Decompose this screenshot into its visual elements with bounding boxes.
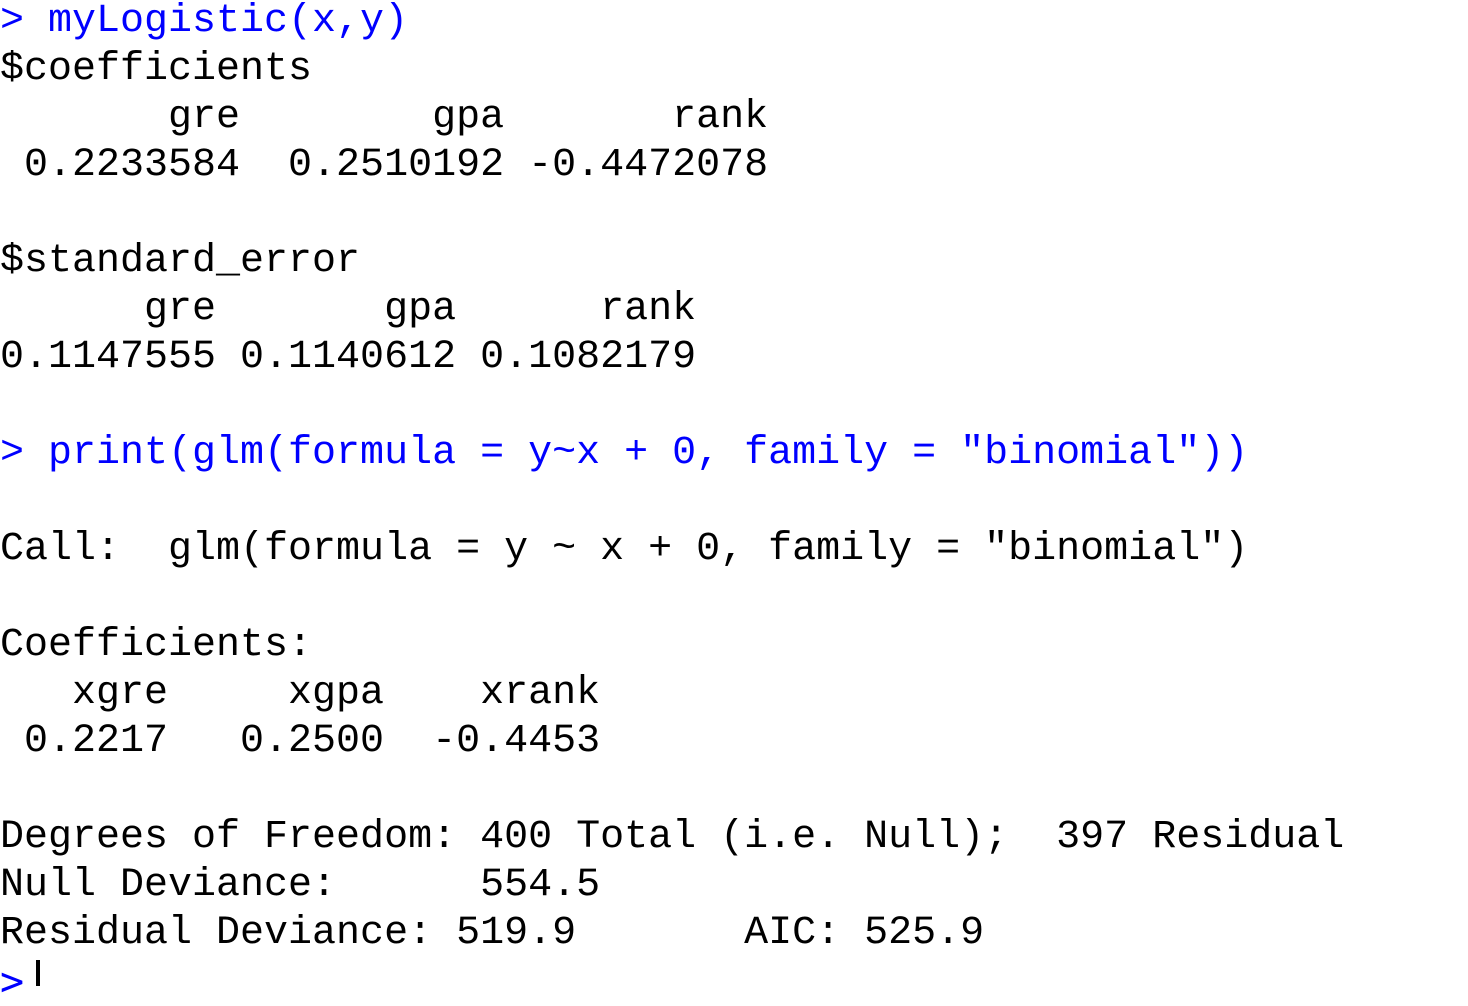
prompt-symbol: > [0,959,25,1005]
console-command-line: > print(glm(formula = y~x + 0, family = … [0,431,1249,476]
console-output-line: Call: glm(formula = y ~ x + 0, family = … [0,527,1249,572]
console-output-line: Null Deviance: 554.5 [0,863,601,908]
console-output-line: $coefficients [0,47,313,92]
console-output-line: 0.2217 0.2500 -0.4453 [0,719,601,764]
console-output-line: 0.2233584 0.2510192 -0.4472078 [0,143,769,188]
console-input-line[interactable]: > [0,958,41,1006]
console-output-line: $standard_error [0,239,361,284]
console-output-line: gre gpa rank [0,287,697,332]
console-output-line: Coefficients: [0,623,313,668]
console-command-line: > myLogistic(x,y) [0,0,409,44]
r-console[interactable]: > myLogistic(x,y) $coefficients gre gpa … [0,0,1468,1005]
console-output-line: gre gpa rank [0,95,769,140]
console-output-line: Degrees of Freedom: 400 Total (i.e. Null… [0,815,1345,860]
console-output-line: 0.1147555 0.1140612 0.1082179 [0,335,697,380]
console-output-line: Residual Deviance: 519.9 AIC: 525.9 [0,911,985,956]
text-cursor [36,960,41,986]
console-output-line: xgre xgpa xrank [0,671,601,716]
